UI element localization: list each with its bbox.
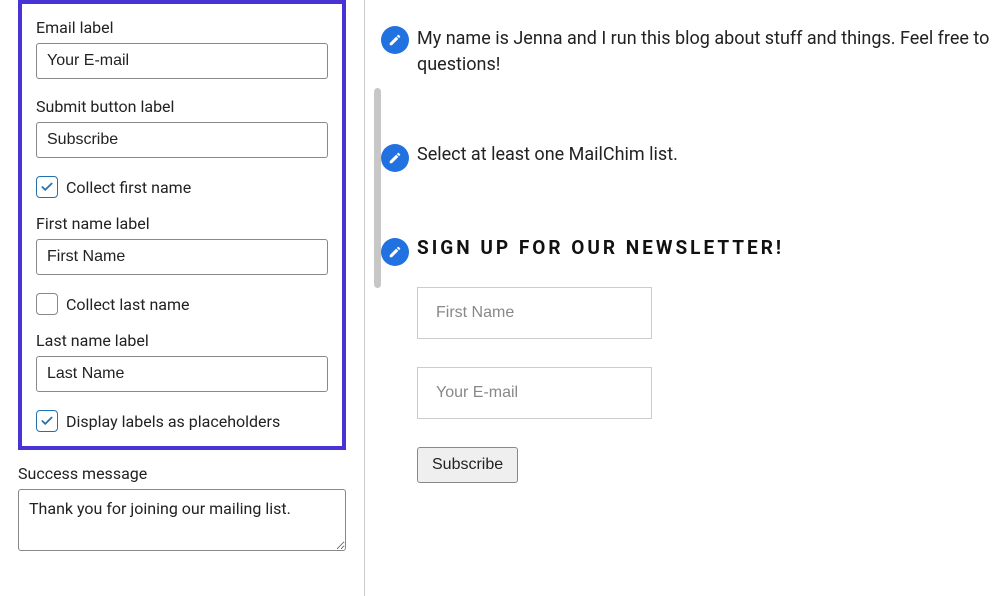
intro-text: My name is Jenna and I run this blog abo… (417, 24, 1003, 78)
submit-label-caption: Submit button label (36, 97, 328, 116)
newsletter-heading: SIGN UP FOR OUR NEWSLETTER! (417, 236, 1003, 259)
collect-first-name-checkbox[interactable] (36, 176, 58, 198)
widget-settings-panel: Email label Submit button label Collect … (0, 0, 365, 596)
pencil-icon[interactable] (381, 238, 409, 266)
subscribe-button[interactable]: Subscribe (417, 447, 518, 483)
preview-first-name-field[interactable] (417, 287, 652, 339)
last-name-caption: Last name label (36, 331, 328, 350)
display-placeholders-label: Display labels as placeholders (66, 412, 280, 431)
pencil-icon[interactable] (381, 26, 409, 54)
first-name-caption: First name label (36, 214, 328, 233)
collect-last-name-label: Collect last name (66, 295, 190, 314)
last-name-input[interactable] (36, 356, 328, 392)
pencil-icon[interactable] (381, 144, 409, 172)
mailchimp-warning-text: Select at least one MailChim list. (417, 142, 678, 165)
display-placeholders-checkbox[interactable] (36, 410, 58, 432)
submit-label-input[interactable] (36, 122, 328, 158)
preview-email-field[interactable] (417, 367, 652, 419)
email-label-input[interactable] (36, 43, 328, 79)
success-message-caption: Success message (18, 464, 346, 483)
first-name-input[interactable] (36, 239, 328, 275)
collect-first-name-label: Collect first name (66, 178, 191, 197)
success-message-input[interactable] (18, 489, 346, 551)
highlighted-settings-group: Email label Submit button label Collect … (18, 0, 346, 450)
preview-panel: My name is Jenna and I run this blog abo… (365, 0, 1003, 596)
collect-last-name-checkbox[interactable] (36, 293, 58, 315)
email-label-caption: Email label (36, 18, 328, 37)
